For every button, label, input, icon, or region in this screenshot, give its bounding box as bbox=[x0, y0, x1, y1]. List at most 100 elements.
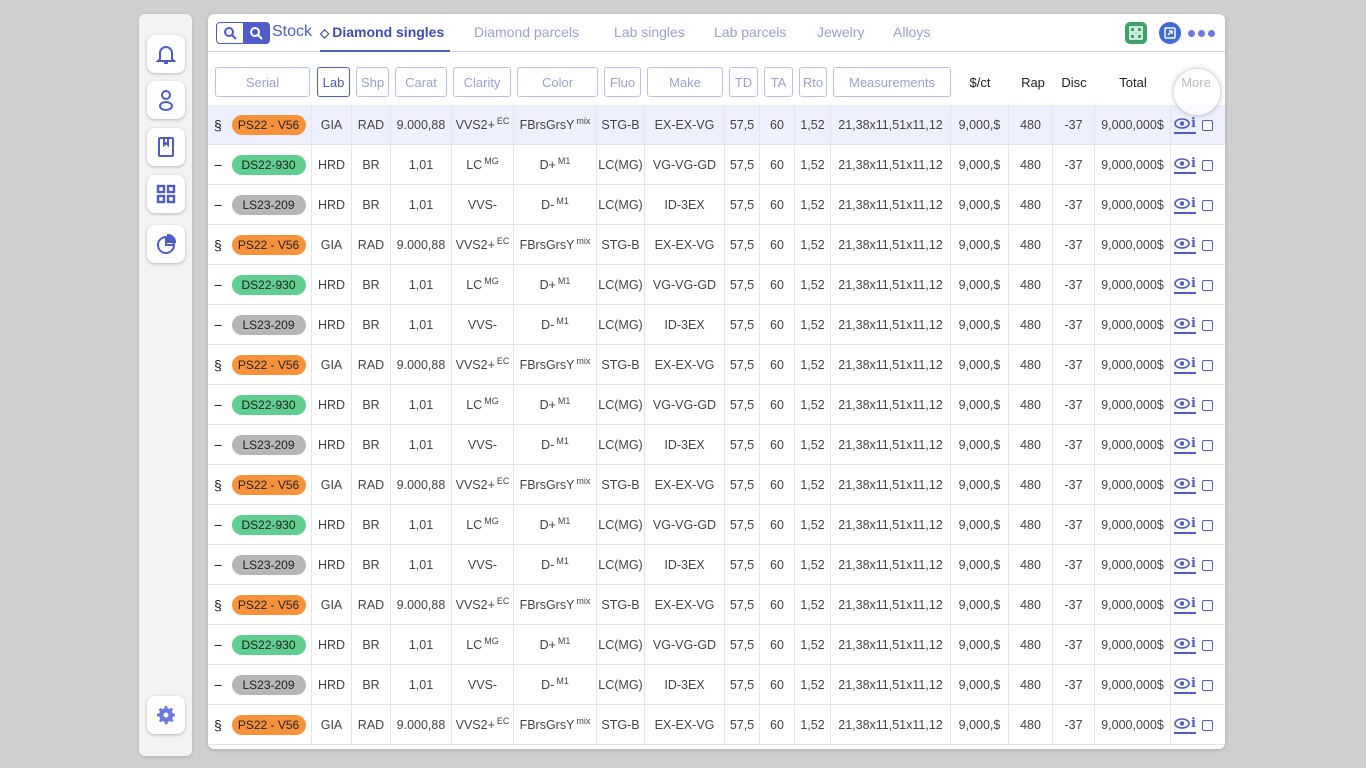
col-rto[interactable]: Rto bbox=[799, 67, 827, 97]
table-row[interactable]: − LS23-209 HRD BR 1,01 VVS- D- M1 LC(MG) ID-3EX 57… bbox=[208, 545, 1225, 585]
collapse-icon[interactable]: − bbox=[214, 265, 222, 305]
collapse-icon[interactable]: − bbox=[214, 425, 222, 465]
collapse-icon[interactable]: − bbox=[214, 385, 222, 425]
view-details-icon[interactable]: i bbox=[1174, 316, 1196, 334]
table-row[interactable]: − DS22-930 HRD BR 1,01 LC MG D+ M1 LC(MG) VG-VG-GD… bbox=[208, 265, 1225, 305]
row-select-checkbox[interactable] bbox=[1201, 639, 1213, 651]
settings-button[interactable] bbox=[147, 696, 185, 734]
view-details-icon[interactable]: i bbox=[1174, 716, 1196, 734]
col-serial[interactable]: Serial bbox=[215, 67, 310, 97]
row-select-checkbox[interactable] bbox=[1201, 599, 1213, 611]
col-fluo[interactable]: Fluo bbox=[604, 67, 641, 97]
tab-jewelry[interactable]: Jewelry bbox=[817, 24, 864, 40]
table-row[interactable]: § PS22 - V56 GIA RAD 9.000,88 VVS2+ EC FBrsGrsY… bbox=[208, 465, 1225, 505]
view-details-icon[interactable]: i bbox=[1174, 436, 1196, 454]
collapse-icon[interactable]: − bbox=[214, 505, 222, 545]
serial-badge[interactable]: PS22 - V56 bbox=[231, 355, 306, 375]
row-select-checkbox[interactable] bbox=[1201, 319, 1213, 331]
row-select-checkbox[interactable] bbox=[1201, 439, 1213, 451]
table-row[interactable]: − DS22-930 HRD BR 1,01 LC MG D+ M1 LC(MG) VG-VG-GD… bbox=[208, 145, 1225, 185]
col-measurements[interactable]: Measurements bbox=[833, 67, 951, 97]
view-details-icon[interactable]: i bbox=[1174, 636, 1196, 654]
collapse-icon[interactable]: − bbox=[214, 625, 222, 665]
col-ta[interactable]: TA bbox=[764, 67, 793, 97]
link-icon[interactable]: § bbox=[214, 705, 222, 745]
serial-badge[interactable]: DS22-930 bbox=[231, 155, 306, 175]
stock-button[interactable] bbox=[147, 175, 185, 213]
tab-diamond-singles[interactable]: ◇ Diamond singles bbox=[320, 24, 444, 40]
row-select-checkbox[interactable] bbox=[1201, 519, 1213, 531]
serial-badge[interactable]: PS22 - V56 bbox=[231, 115, 306, 135]
qr-add-icon[interactable] bbox=[1125, 22, 1147, 44]
col-carat[interactable]: Carat bbox=[395, 67, 447, 97]
table-row[interactable]: § PS22 - V56 GIA RAD 9.000,88 VVS2+ EC FBrsGrsY… bbox=[208, 585, 1225, 625]
col-shp[interactable]: Shp bbox=[356, 67, 389, 97]
serial-badge[interactable]: PS22 - V56 bbox=[231, 715, 306, 735]
col-make[interactable]: Make bbox=[647, 67, 723, 97]
view-details-icon[interactable]: i bbox=[1174, 116, 1196, 134]
tab-diamond-parcels[interactable]: Diamond parcels bbox=[474, 24, 579, 40]
row-select-checkbox[interactable] bbox=[1201, 279, 1213, 291]
view-details-icon[interactable]: i bbox=[1174, 156, 1196, 174]
tab-lab-singles[interactable]: Lab singles bbox=[614, 24, 685, 40]
serial-badge[interactable]: LS23-209 bbox=[231, 195, 306, 215]
row-select-checkbox[interactable] bbox=[1201, 399, 1213, 411]
more-menu-icon[interactable] bbox=[1188, 30, 1215, 37]
serial-badge[interactable]: LS23-209 bbox=[231, 555, 306, 575]
link-icon[interactable]: § bbox=[214, 465, 222, 505]
view-details-icon[interactable]: i bbox=[1174, 276, 1196, 294]
view-details-icon[interactable]: i bbox=[1174, 556, 1196, 574]
link-icon[interactable]: § bbox=[214, 225, 222, 265]
view-details-icon[interactable]: i bbox=[1174, 236, 1196, 254]
notifications-button[interactable] bbox=[147, 35, 185, 73]
row-select-checkbox[interactable] bbox=[1201, 199, 1213, 211]
table-row[interactable]: − LS23-209 HRD BR 1,01 VVS- D- M1 LC(MG) ID-3EX 57… bbox=[208, 305, 1225, 345]
table-row[interactable]: § PS22 - V56 GIA RAD 9.000,88 VVS2+ EC FBrsGrsY… bbox=[208, 345, 1225, 385]
serial-badge[interactable]: DS22-930 bbox=[231, 275, 306, 295]
serial-badge[interactable]: PS22 - V56 bbox=[231, 475, 306, 495]
view-details-icon[interactable]: i bbox=[1174, 676, 1196, 694]
col-clarity[interactable]: Clarity bbox=[453, 67, 511, 97]
collapse-icon[interactable]: − bbox=[214, 305, 222, 345]
search-toggle[interactable] bbox=[216, 22, 270, 44]
catalog-button[interactable] bbox=[147, 128, 185, 166]
view-details-icon[interactable]: i bbox=[1174, 396, 1196, 414]
table-row[interactable]: − DS22-930 HRD BR 1,01 LC MG D+ M1 LC(MG) VG-VG-GD… bbox=[208, 625, 1225, 665]
row-select-checkbox[interactable] bbox=[1201, 719, 1213, 731]
serial-badge[interactable]: DS22-930 bbox=[231, 395, 306, 415]
view-details-icon[interactable]: i bbox=[1174, 196, 1196, 214]
tab-lab-parcels[interactable]: Lab parcels bbox=[714, 24, 786, 40]
serial-badge[interactable]: DS22-930 bbox=[231, 635, 306, 655]
serial-badge[interactable]: LS23-209 bbox=[231, 675, 306, 695]
row-select-checkbox[interactable] bbox=[1201, 559, 1213, 571]
table-row[interactable]: − LS23-209 HRD BR 1,01 VVS- D- M1 LC(MG) ID-3EX 57… bbox=[208, 665, 1225, 705]
row-select-checkbox[interactable] bbox=[1201, 359, 1213, 371]
link-icon[interactable]: § bbox=[214, 345, 222, 385]
serial-badge[interactable]: DS22-930 bbox=[231, 515, 306, 535]
collapse-icon[interactable]: − bbox=[214, 665, 222, 705]
table-row[interactable]: § PS22 - V56 GIA RAD 9.000,88 VVS2+ EC FBrsGrsY… bbox=[208, 105, 1225, 145]
table-row[interactable]: − DS22-930 HRD BR 1,01 LC MG D+ M1 LC(MG) VG-VG-GD… bbox=[208, 505, 1225, 545]
serial-badge[interactable]: LS23-209 bbox=[231, 315, 306, 335]
col-color[interactable]: Color bbox=[517, 67, 598, 97]
row-select-checkbox[interactable] bbox=[1201, 119, 1213, 131]
table-row[interactable]: − DS22-930 HRD BR 1,01 LC MG D+ M1 LC(MG) VG-VG-GD… bbox=[208, 385, 1225, 425]
table-row[interactable]: − LS23-209 HRD BR 1,01 VVS- D- M1 LC(MG) ID-3EX 57… bbox=[208, 425, 1225, 465]
view-details-icon[interactable]: i bbox=[1174, 596, 1196, 614]
view-details-icon[interactable]: i bbox=[1174, 476, 1196, 494]
tab-alloys[interactable]: Alloys bbox=[893, 24, 930, 40]
serial-badge[interactable]: PS22 - V56 bbox=[231, 235, 306, 255]
serial-badge[interactable]: PS22 - V56 bbox=[231, 595, 306, 615]
col-td[interactable]: TD bbox=[729, 67, 758, 97]
row-select-checkbox[interactable] bbox=[1201, 239, 1213, 251]
row-select-checkbox[interactable] bbox=[1201, 159, 1213, 171]
table-row[interactable]: § PS22 - V56 GIA RAD 9.000,88 VVS2+ EC FBrsGrsY… bbox=[208, 225, 1225, 265]
serial-badge[interactable]: LS23-209 bbox=[231, 435, 306, 455]
collapse-icon[interactable]: − bbox=[214, 545, 222, 585]
row-select-checkbox[interactable] bbox=[1201, 479, 1213, 491]
link-icon[interactable]: § bbox=[214, 105, 222, 145]
table-row[interactable]: § PS22 - V56 GIA RAD 9.000,88 VVS2+ EC FBrsGrsY… bbox=[208, 705, 1225, 745]
export-icon[interactable] bbox=[1159, 22, 1181, 44]
reports-button[interactable] bbox=[147, 225, 185, 263]
table-row[interactable]: − LS23-209 HRD BR 1,01 VVS- D- M1 LC(MG) ID-3EX 57… bbox=[208, 185, 1225, 225]
